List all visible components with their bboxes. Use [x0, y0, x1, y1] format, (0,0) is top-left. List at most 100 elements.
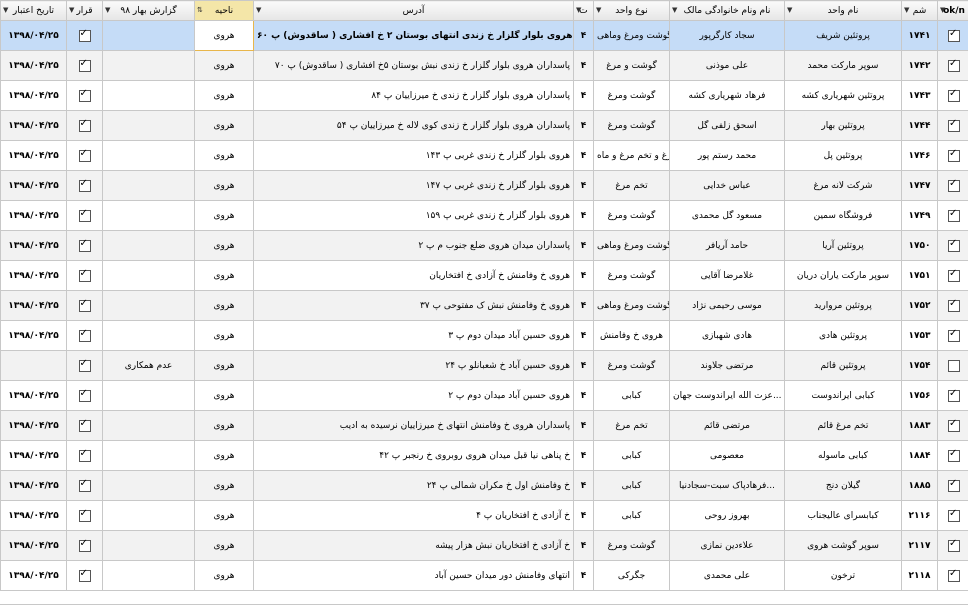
- cell-report[interactable]: [102, 440, 195, 471]
- table-row[interactable]: ۱۳۹۸/۰۴/۲۵ هروی انتهای وفامنش دور میدان حس…: [0, 560, 968, 591]
- cell-area[interactable]: هروی: [194, 530, 254, 561]
- cell-contract[interactable]: [66, 290, 103, 321]
- cell-unit-type[interactable]: گوشت ومرغ: [593, 80, 670, 111]
- cell-code[interactable]: ۱۷۵۲: [901, 290, 938, 321]
- cell-contract[interactable]: [66, 410, 103, 441]
- cell-num[interactable]: ۴: [573, 200, 594, 231]
- cell-unit-name[interactable]: پروتئین قائم: [784, 350, 902, 381]
- cell-num[interactable]: ۴: [573, 170, 594, 201]
- cell-ok[interactable]: [937, 290, 968, 321]
- table-row[interactable]: ۱۳۹۸/۰۴/۲۵ هروی خ آزادی خ افتخاریان پ ۴ ۴ کب…: [0, 500, 968, 531]
- checkbox[interactable]: [78, 538, 91, 552]
- table-row[interactable]: ۱۳۹۸/۰۴/۲۵ هروی هروی بلوار گلزار خ زندی غر…: [0, 200, 968, 231]
- cell-address[interactable]: پاسداران هروی بلوار گلزار خ زندی کوی لال…: [253, 110, 574, 141]
- table-row[interactable]: ۱۳۹۸/۰۴/۲۵ هروی خ پناهی نیا قبل میدان هروی…: [0, 440, 968, 471]
- cell-report[interactable]: [102, 320, 195, 351]
- checkbox[interactable]: [948, 58, 960, 72]
- cell-num[interactable]: ۴: [573, 380, 594, 411]
- cell-unit-name[interactable]: ترخون: [784, 560, 902, 591]
- cell-area[interactable]: هروی: [194, 230, 254, 261]
- cell-num[interactable]: ۴: [573, 530, 594, 561]
- checkbox[interactable]: [948, 28, 960, 42]
- cell-unit-type[interactable]: کبابی: [593, 380, 670, 411]
- cell-owner[interactable]: اسحق زلفی گل: [669, 110, 785, 141]
- cell-unit-type[interactable]: کبابی: [593, 440, 670, 471]
- cell-owner[interactable]: عباس خدایی: [669, 170, 785, 201]
- cell-date[interactable]: ۱۳۹۸/۰۴/۲۵: [0, 170, 67, 201]
- cell-code[interactable]: ۱۸۸۵: [901, 470, 938, 501]
- cell-code[interactable]: ۲۱۱۶: [901, 500, 938, 531]
- cell-report[interactable]: عدم همکاری: [102, 350, 195, 381]
- cell-report[interactable]: [102, 20, 195, 51]
- cell-unit-name[interactable]: کبابی ایراندوست: [784, 380, 902, 411]
- cell-code[interactable]: ۱۷۴۴: [901, 110, 938, 141]
- cell-date[interactable]: ۱۳۹۸/۰۴/۲۵: [0, 20, 67, 51]
- cell-owner[interactable]: فرهادپاک سبت-سجادنیا...: [669, 470, 785, 501]
- cell-unit-name[interactable]: شرکت لانه مرغ: [784, 170, 902, 201]
- cell-unit-name[interactable]: پروتئین بهار: [784, 110, 902, 141]
- checkbox[interactable]: [948, 448, 960, 462]
- cell-address[interactable]: پاسداران هروی بلوار گلزار خ زندی انتهای …: [253, 20, 574, 51]
- checkbox[interactable]: [948, 508, 960, 522]
- col-header-ok[interactable]: ▼ ok/n: [937, 0, 968, 21]
- cell-unit-name[interactable]: تخم مرغ قائم: [784, 410, 902, 441]
- cell-ok[interactable]: [937, 470, 968, 501]
- cell-code[interactable]: ۲۱۱۸: [901, 560, 938, 591]
- cell-area[interactable]: هروی: [194, 320, 254, 351]
- cell-ok[interactable]: [937, 500, 968, 531]
- col-header-address[interactable]: ▼ آدرس: [253, 0, 574, 21]
- cell-code[interactable]: ۱۷۴۹: [901, 200, 938, 231]
- table-row[interactable]: ۱۳۹۸/۰۴/۲۵ هروی پاسداران هروی بلوار گلزار …: [0, 50, 968, 81]
- cell-ok[interactable]: [937, 560, 968, 591]
- cell-date[interactable]: ۱۳۹۸/۰۴/۲۵: [0, 410, 67, 441]
- checkbox[interactable]: [948, 568, 960, 582]
- cell-num[interactable]: ۴: [573, 140, 594, 171]
- cell-contract[interactable]: [66, 440, 103, 471]
- cell-owner[interactable]: حامد آریافر: [669, 230, 785, 261]
- cell-contract[interactable]: [66, 500, 103, 531]
- cell-num[interactable]: ۴: [573, 80, 594, 111]
- cell-unit-name[interactable]: پروتئین شریف: [784, 20, 902, 51]
- checkbox[interactable]: [78, 328, 91, 342]
- dropdown-arrow-icon[interactable]: ▼: [69, 6, 74, 14]
- cell-owner[interactable]: هادی شهبازی: [669, 320, 785, 351]
- table-row[interactable]: ۱۳۹۸/۰۴/۲۵ هروی پاسداران هروی بلوار گلزار …: [0, 20, 968, 51]
- cell-ok[interactable]: [937, 440, 968, 471]
- cell-contract[interactable]: [66, 140, 103, 171]
- cell-contract[interactable]: [66, 470, 103, 501]
- cell-date[interactable]: ۱۳۹۸/۰۴/۲۵: [0, 230, 67, 261]
- cell-num[interactable]: ۴: [573, 560, 594, 591]
- cell-report[interactable]: [102, 410, 195, 441]
- checkbox[interactable]: [948, 538, 960, 552]
- cell-address[interactable]: پاسداران هروی بلوار گلزار خ زندی نبش بوس…: [253, 50, 574, 81]
- col-header-num[interactable]: ▼ ت: [573, 0, 594, 21]
- cell-num[interactable]: ۴: [573, 290, 594, 321]
- cell-date[interactable]: ۱۳۹۸/۰۴/۲۵: [0, 380, 67, 411]
- col-header-owner[interactable]: ▼ نام ونام خانوادگی مالک: [669, 0, 785, 21]
- cell-code[interactable]: ۱۸۸۴: [901, 440, 938, 471]
- cell-ok[interactable]: [937, 350, 968, 381]
- cell-ok[interactable]: [937, 140, 968, 171]
- cell-area[interactable]: هروی: [194, 380, 254, 411]
- cell-num[interactable]: ۴: [573, 470, 594, 501]
- cell-area[interactable]: هروی: [194, 470, 254, 501]
- sort-filter-icon[interactable]: ⇅: [197, 6, 203, 14]
- col-header-area[interactable]: ⇅ ناحیه: [194, 0, 254, 21]
- cell-contract[interactable]: [66, 350, 103, 381]
- cell-report[interactable]: [102, 560, 195, 591]
- cell-code[interactable]: ۱۷۴۷: [901, 170, 938, 201]
- cell-contract[interactable]: [66, 170, 103, 201]
- cell-report[interactable]: [102, 470, 195, 501]
- cell-unit-name[interactable]: سوپر مارکت یاران دریان: [784, 260, 902, 291]
- cell-area[interactable]: هروی: [194, 260, 254, 291]
- checkbox[interactable]: [78, 28, 91, 42]
- checkbox[interactable]: [78, 58, 91, 72]
- checkbox[interactable]: [948, 268, 960, 282]
- table-row[interactable]: ۱۳۹۸/۰۴/۲۵ هروی هروی حسین آباد میدان دوم پ…: [0, 320, 968, 351]
- cell-address[interactable]: خ پناهی نیا قبل میدان هروی روبروی خ رنجب…: [253, 440, 574, 471]
- cell-date[interactable]: ۱۳۹۸/۰۴/۲۵: [0, 200, 67, 231]
- cell-code[interactable]: ۲۱۱۷: [901, 530, 938, 561]
- cell-contract[interactable]: [66, 50, 103, 81]
- checkbox[interactable]: [948, 418, 960, 432]
- cell-owner[interactable]: علاءدین نمازی: [669, 530, 785, 561]
